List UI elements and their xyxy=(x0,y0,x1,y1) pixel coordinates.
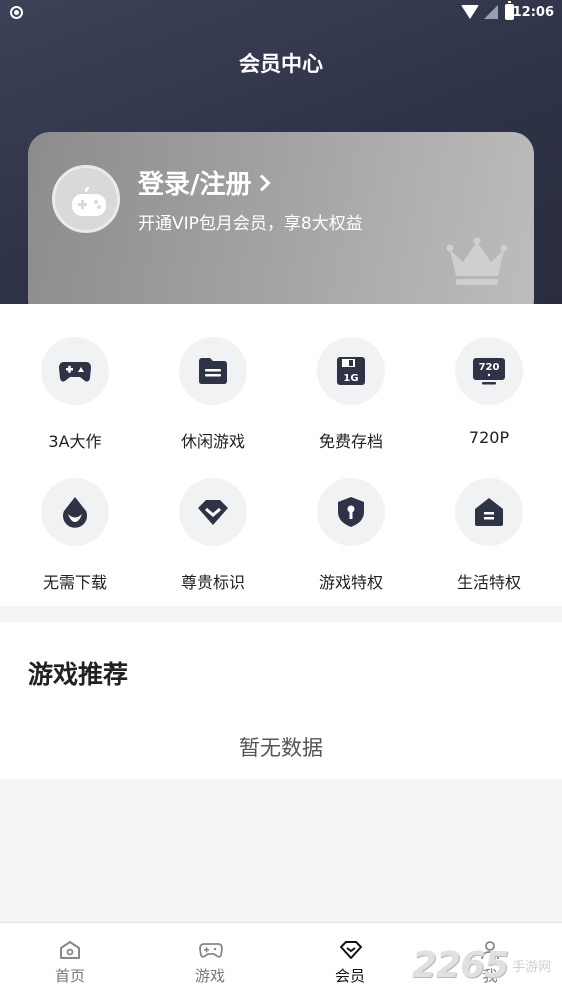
privilege-label: 无需下载 xyxy=(42,573,107,592)
nav-label: 首页 xyxy=(54,967,85,985)
gamepad-icon xyxy=(199,943,223,958)
privilege-label: 生活特权 xyxy=(456,573,521,592)
member-card[interactable]: 登录/注册 开通VIP包月会员，享8大权益 xyxy=(28,132,534,322)
vip-promo-text: 开通VIP包月会员，享8大权益 xyxy=(138,214,363,234)
shield-key-icon xyxy=(338,497,364,527)
login-register-link[interactable]: 登录/注册 xyxy=(138,164,270,201)
watermark: 2265 手游网 xyxy=(412,944,552,986)
section-title: 游戏推荐 xyxy=(28,660,129,689)
home-icon xyxy=(60,941,80,959)
privilege-item-life[interactable]: 生活特权 xyxy=(419,478,559,593)
nav-label: 游戏 xyxy=(194,967,225,985)
privilege-label: 游戏特权 xyxy=(318,573,383,592)
privilege-item-game[interactable]: 游戏特权 xyxy=(281,478,421,593)
svg-text:1G: 1G xyxy=(343,373,358,384)
crown-icon xyxy=(446,237,508,285)
privilege-item-badge[interactable]: 尊贵标识 xyxy=(143,478,283,593)
status-bar: 12:06 xyxy=(0,0,562,26)
monitor-720-icon: 720 xyxy=(473,358,505,385)
privilege-grid: 3A大作 休闲游戏 1G 免费存档 720 720P 无需下载 尊贵标识 游戏特… xyxy=(0,304,562,606)
diamond-icon xyxy=(340,941,362,959)
privilege-item-3a[interactable]: 3A大作 xyxy=(5,337,145,452)
drop-icon xyxy=(63,497,87,528)
nav-item-games[interactable]: 游戏 xyxy=(140,923,280,999)
privilege-item-no-download[interactable]: 无需下载 xyxy=(5,478,145,593)
svg-text:720: 720 xyxy=(479,362,500,373)
notification-icon xyxy=(10,6,23,19)
signal-icon xyxy=(484,5,498,19)
nav-item-home[interactable]: 首页 xyxy=(0,923,140,999)
house-icon xyxy=(475,498,503,526)
login-label: 登录/注册 xyxy=(138,170,252,200)
game-recommend-section: 游戏推荐 暂无数据 xyxy=(0,622,562,779)
chevron-right-icon xyxy=(253,174,270,191)
save-disk-icon: 1G xyxy=(337,357,365,385)
avatar[interactable] xyxy=(52,165,120,233)
privilege-item-720p[interactable]: 720 720P xyxy=(419,337,559,447)
watermark-number: 2265 xyxy=(412,944,509,986)
page-title: 会员中心 xyxy=(239,52,323,76)
empty-state-text: 暂无数据 xyxy=(239,736,323,760)
gamepad-icon xyxy=(59,362,91,382)
nav-item-member[interactable]: 会员 xyxy=(280,923,420,999)
privilege-label: 免费存档 xyxy=(318,432,383,451)
privilege-item-casual[interactable]: 休闲游戏 xyxy=(143,337,283,452)
privilege-label: 3A大作 xyxy=(48,432,102,451)
privilege-label: 720P xyxy=(468,428,510,447)
privilege-label: 尊贵标识 xyxy=(180,573,245,592)
privilege-label: 休闲游戏 xyxy=(180,432,245,451)
watermark-site: 手游网 xyxy=(512,959,552,975)
folder-icon xyxy=(199,358,227,384)
nav-label: 会员 xyxy=(334,967,365,985)
status-time: 12:06 xyxy=(512,5,554,20)
wifi-icon xyxy=(461,5,479,19)
privilege-item-save[interactable]: 1G 免费存档 xyxy=(281,337,421,452)
gamepad-avatar-icon xyxy=(72,186,106,216)
diamond-icon xyxy=(198,500,228,525)
